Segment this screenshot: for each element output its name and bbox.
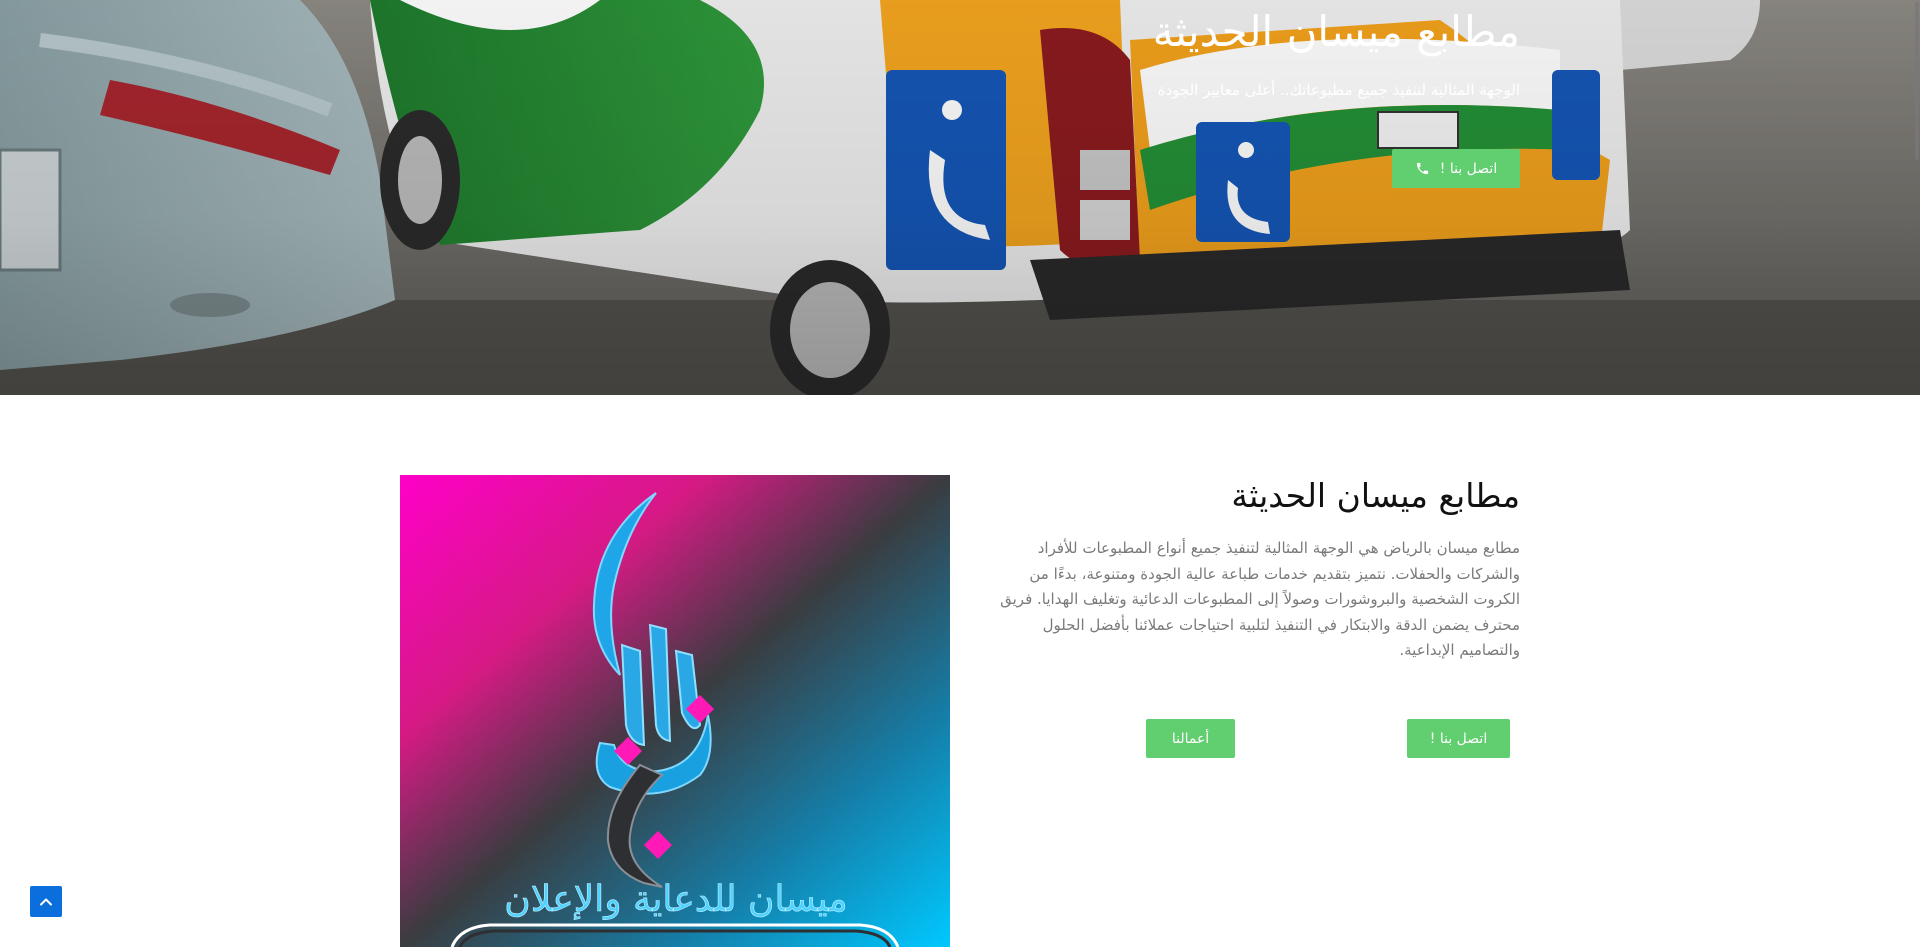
about-title: مطابع ميسان الحديثة [1231, 476, 1520, 515]
hero-section: مطابع ميسان الحديثة الوجهة المثالية لتنف… [0, 0, 1920, 395]
hero-subtitle: الوجهة المثالية لتنفيذ جميع مطبوعاتك.. أ… [1157, 81, 1520, 99]
logo-artwork: ميسان للدعاية والإعلان [400, 475, 950, 947]
company-logo-image: ميسان للدعاية والإعلان [400, 475, 950, 947]
scrollbar-thumb[interactable] [1915, 2, 1919, 160]
hero-contact-button-label: اتصل بنا ! [1439, 160, 1498, 177]
about-description: مطابع ميسان بالرياض هي الوجهة المثالية ل… [1000, 539, 1520, 659]
chevron-up-icon [40, 898, 52, 905]
phone-icon [1416, 162, 1428, 175]
hero-contact-button[interactable]: اتصل بنا ! [1392, 149, 1520, 188]
page-scrollbar[interactable] [1912, 0, 1920, 947]
logo-tagline: ميسان للدعاية والإعلان [504, 879, 847, 920]
back-to-top-button[interactable] [30, 886, 62, 917]
hero-title: مطابع ميسان الحديثة [1152, 7, 1520, 56]
our-works-button[interactable]: أعمالنا [1146, 719, 1235, 758]
contact-us-button[interactable]: اتصل بنا ! [1407, 719, 1510, 758]
